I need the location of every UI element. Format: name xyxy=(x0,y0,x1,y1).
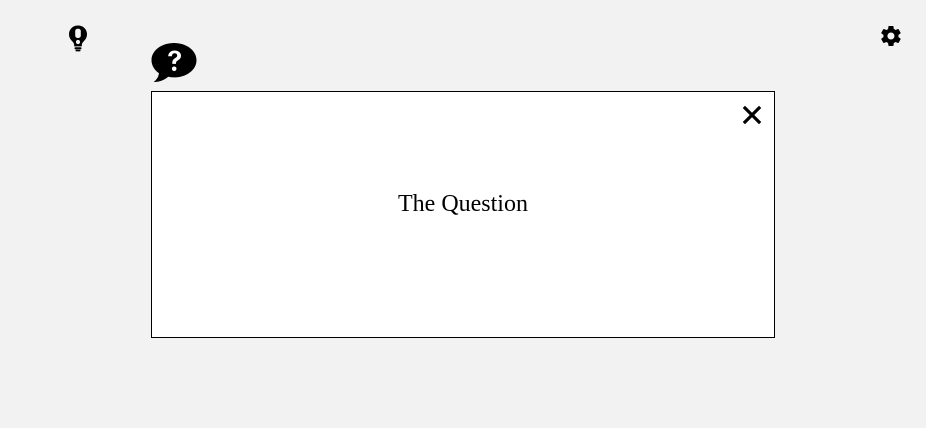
close-icon xyxy=(742,105,762,125)
question-indicator xyxy=(150,42,198,84)
question-text: The Question xyxy=(398,191,528,217)
settings-button[interactable] xyxy=(879,24,903,48)
gear-icon xyxy=(881,26,901,47)
question-card: The Question xyxy=(151,91,775,338)
hint-button[interactable] xyxy=(66,24,90,52)
question-app: The Question xyxy=(0,0,926,428)
close-button[interactable] xyxy=(741,104,763,126)
lightbulb-exclamation-icon xyxy=(69,25,87,52)
question-speech-bubble-icon xyxy=(151,43,197,83)
